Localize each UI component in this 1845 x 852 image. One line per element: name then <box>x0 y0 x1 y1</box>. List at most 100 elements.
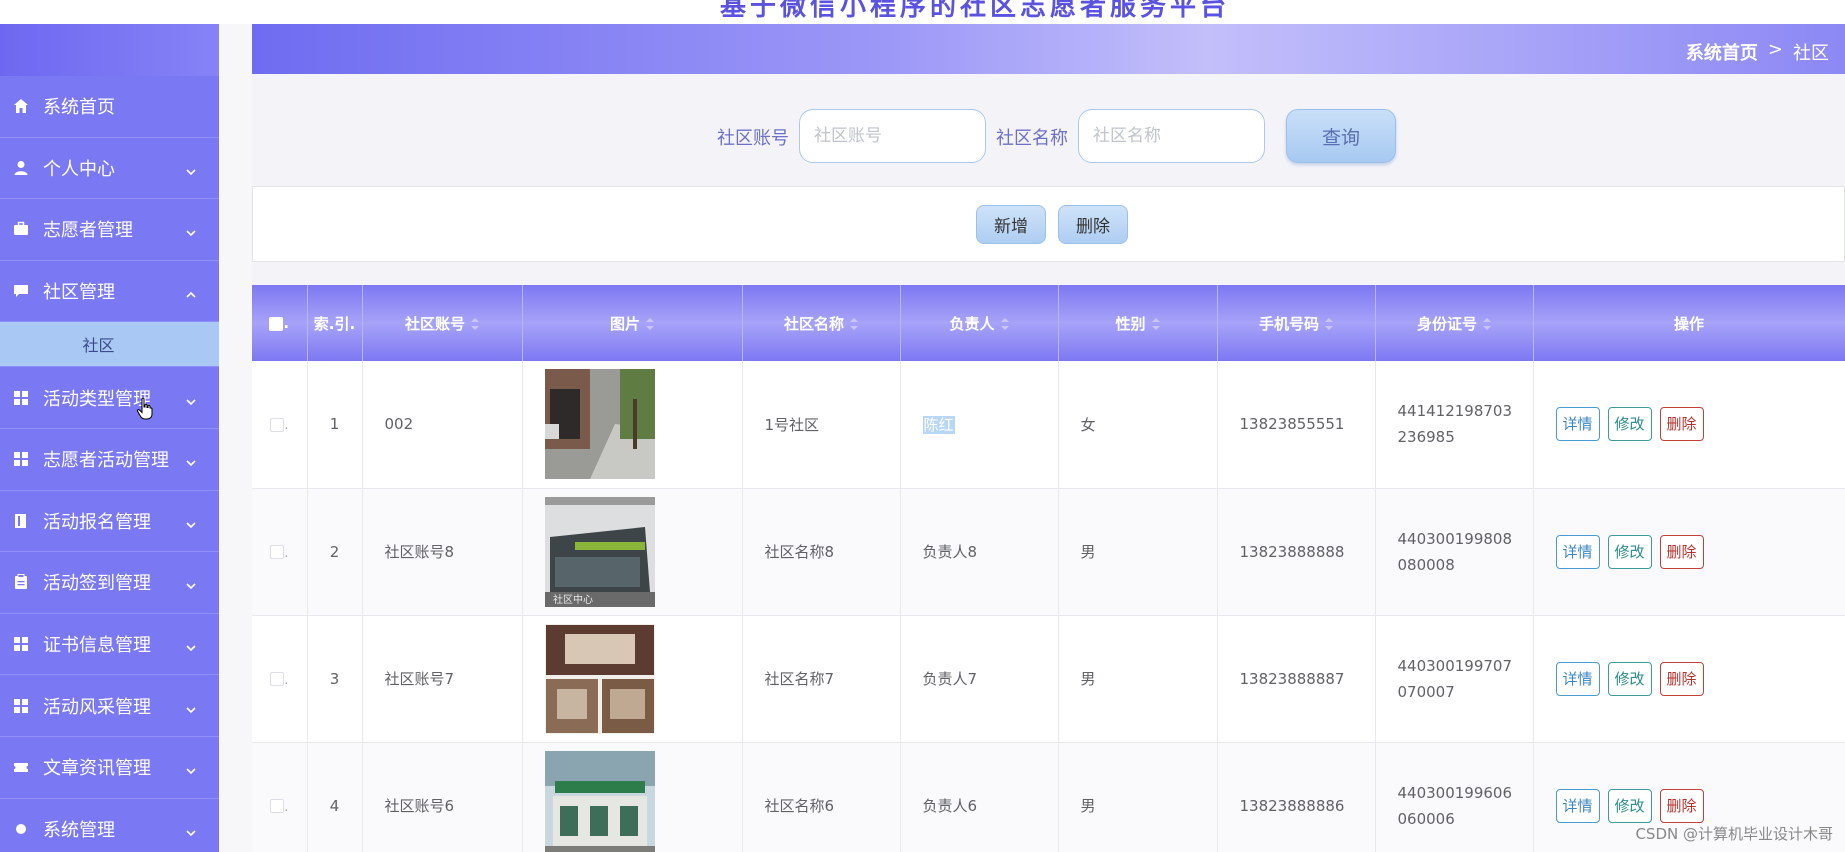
row-name: 1号社区 <box>742 361 901 489</box>
name-search-input[interactable] <box>1078 109 1265 163</box>
delete-button[interactable]: 删除 <box>1659 407 1704 442</box>
detail-button[interactable]: 详情 <box>1555 788 1600 823</box>
breadcrumb-home[interactable]: 系统首页 <box>1686 39 1758 65</box>
row-index: 2 <box>307 488 363 616</box>
grid-icon <box>13 390 29 406</box>
app-title-bar: 基于微信小程序的社区志愿者服务平台 <box>0 0 1845 24</box>
search-bar: 社区账号 社区名称 查询 <box>252 109 1845 163</box>
chevron-down-icon <box>185 638 197 652</box>
sidebar-item-home[interactable]: 系统首页 <box>0 76 219 138</box>
row-account: 社区账号8 <box>362 488 523 616</box>
edit-button[interactable]: 修改 <box>1607 788 1652 823</box>
detail-button[interactable]: 详情 <box>1555 407 1600 442</box>
community-image[interactable]: 社区中心 <box>544 496 655 607</box>
sidebar: 系统首页 个人中心 志愿者管理 社区管理 社区 活动类型管理 志愿者活动管理 活… <box>0 24 219 852</box>
detail-button[interactable]: 详情 <box>1555 661 1600 696</box>
row-account: 社区账号6 <box>362 742 523 852</box>
account-search-input[interactable] <box>799 109 986 163</box>
watermark: CSDN @计算机毕业设计木哥 <box>1635 825 1833 843</box>
gear-icon <box>13 821 29 837</box>
sort-icon[interactable] <box>850 318 858 330</box>
select-all-checkbox[interactable] <box>269 316 284 331</box>
chevron-down-icon <box>185 515 197 528</box>
sidebar-item-checkin[interactable]: 活动签到管理 <box>0 552 219 614</box>
sidebar-item-volunteer[interactable]: 志愿者管理 <box>0 199 219 261</box>
row-checkbox[interactable] <box>270 545 285 559</box>
row-idcard-line2: 060006 <box>1397 809 1455 828</box>
table-header-row: . 索.引. 社区账号 图片 社区名称 负责人 性别 手机号码 身份证号 操作 <box>252 285 1845 361</box>
row-manager: 负责人7 <box>900 615 1059 743</box>
header-idcard[interactable]: 身份证号 <box>1375 285 1534 361</box>
chevron-down-icon <box>185 162 197 176</box>
sidebar-item-community[interactable]: 社区管理 <box>0 261 219 323</box>
detail-button[interactable]: 详情 <box>1555 534 1600 569</box>
sidebar-item-personal-center[interactable]: 个人中心 <box>0 138 219 200</box>
sidebar-item-registration[interactable]: 活动报名管理 <box>0 491 219 553</box>
row-gender: 男 <box>1058 742 1218 852</box>
community-image[interactable] <box>544 750 655 852</box>
row-gender: 女 <box>1058 361 1218 489</box>
hand-cursor-icon <box>136 397 153 420</box>
row-index: 3 <box>307 615 363 743</box>
header-name[interactable]: 社区名称 <box>742 285 901 361</box>
sort-icon[interactable] <box>1000 318 1009 330</box>
edit-button[interactable]: 修改 <box>1607 661 1652 696</box>
sort-icon[interactable] <box>1325 318 1333 330</box>
row-checkbox[interactable] <box>270 417 285 432</box>
edit-button[interactable]: 修改 <box>1607 534 1652 569</box>
chevron-down-icon <box>185 392 197 405</box>
table-row: . 1 002 1号社区 陈红 女 13823855551 4414121987… <box>252 361 1845 489</box>
breadcrumb-current: 社区 <box>1793 43 1829 64</box>
sidebar-item-label: 个人中心 <box>43 158 115 180</box>
delete-button[interactable]: 删除 <box>1659 788 1704 823</box>
sidebar-item-certificate[interactable]: 证书信息管理 <box>0 614 219 676</box>
delete-button[interactable]: 删除 <box>1659 534 1704 569</box>
chevron-down-icon <box>185 576 197 590</box>
chevron-down-icon <box>185 223 197 237</box>
row-checkbox[interactable] <box>270 799 285 813</box>
header-manager[interactable]: 负责人 <box>900 285 1059 361</box>
header-image[interactable]: 图片 <box>522 285 743 361</box>
sidebar-item-articles[interactable]: 文章资讯管理 <box>0 737 219 799</box>
app-title: 基于微信小程序的社区志愿者服务平台 <box>720 0 1231 22</box>
sidebar-item-label: 社区管理 <box>43 282 115 304</box>
table-row: . 3 社区账号7 社区名称7 负责人7 男 13823888887 44030… <box>252 615 1845 743</box>
chevron-up-icon <box>185 285 197 298</box>
row-checkbox[interactable] <box>270 672 285 686</box>
row-name: 社区名称6 <box>742 742 901 852</box>
add-button[interactable]: 新增 <box>976 205 1046 244</box>
row-gender: 男 <box>1058 488 1218 616</box>
header-phone[interactable]: 手机号码 <box>1217 285 1376 361</box>
name-label: 社区名称 <box>996 128 1068 149</box>
sidebar-item-volunteer-activity[interactable]: 志愿者活动管理 <box>0 429 219 491</box>
edit-button[interactable]: 修改 <box>1607 407 1652 442</box>
delete-button[interactable]: 删除 <box>1659 661 1704 696</box>
row-index: 4 <box>307 742 363 852</box>
sort-icon[interactable] <box>471 318 479 330</box>
sort-icon[interactable] <box>1483 318 1491 330</box>
sort-icon[interactable] <box>646 318 654 330</box>
sidebar-header <box>0 24 219 76</box>
community-image[interactable] <box>544 369 655 480</box>
batch-delete-button[interactable]: 删除 <box>1058 205 1128 244</box>
header-select[interactable]: . <box>252 285 308 361</box>
account-label: 社区账号 <box>717 128 789 149</box>
row-idcard-line2: 070007 <box>1397 682 1455 701</box>
row-idcard-line1: 440300199606 <box>1397 783 1513 802</box>
header-ops: 操作 <box>1533 285 1845 361</box>
community-image[interactable] <box>544 623 655 734</box>
row-idcard-line1: 440300199707 <box>1397 656 1513 675</box>
sidebar-item-system[interactable]: 系统管理 <box>0 799 219 852</box>
sort-icon[interactable] <box>1151 318 1160 330</box>
header-gender[interactable]: 性别 <box>1058 285 1218 361</box>
sidebar-item-showcase[interactable]: 活动风采管理 <box>0 675 219 737</box>
header-account[interactable]: 社区账号 <box>362 285 523 361</box>
row-idcard-line2: 080008 <box>1397 555 1455 574</box>
sidebar-item-activity-type[interactable]: 活动类型管理 <box>0 367 219 429</box>
home-icon <box>13 98 29 114</box>
query-button[interactable]: 查询 <box>1286 109 1396 163</box>
breadcrumb: 系统首页 > 社区 <box>1686 39 1829 65</box>
sidebar-item-label: 活动报名管理 <box>43 511 151 533</box>
sidebar-subitem-community[interactable]: 社区 <box>0 322 219 368</box>
row-phone: 13823855551 <box>1217 361 1376 489</box>
